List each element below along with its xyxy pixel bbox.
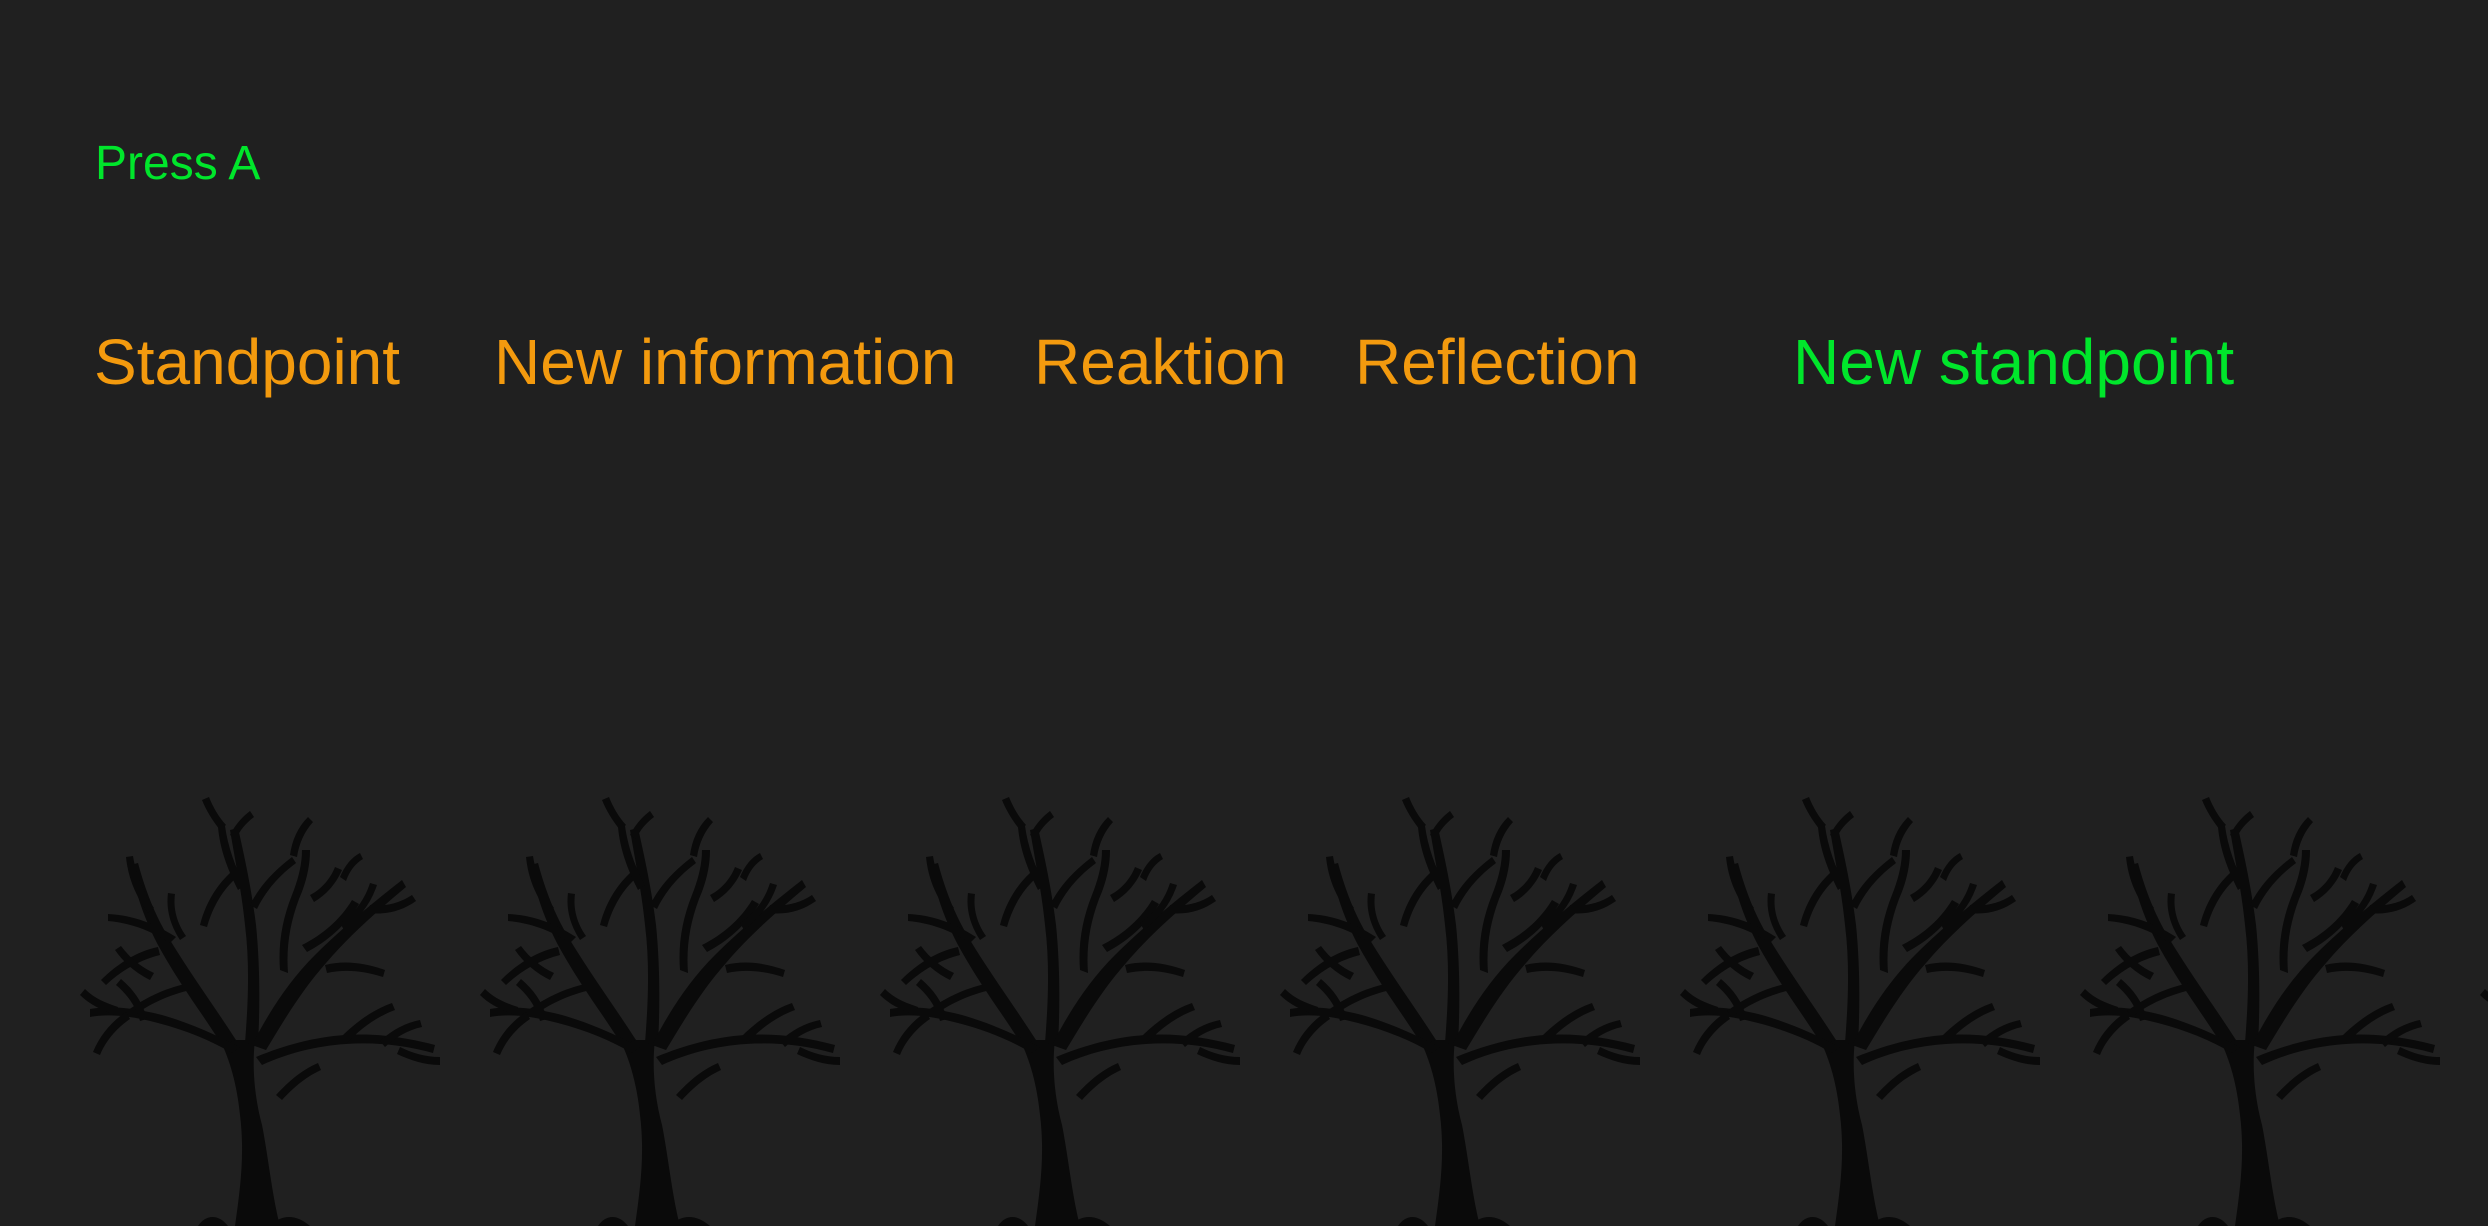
bare-tree-icon bbox=[2480, 797, 2488, 1226]
game-screen: Press A Standpoint New information Reakt… bbox=[0, 0, 2488, 1226]
bare-tree-icon bbox=[480, 797, 840, 1226]
step-new-standpoint: New standpoint bbox=[1793, 326, 2235, 398]
tree-silhouettes bbox=[80, 797, 2488, 1226]
step-reaktion: Reaktion bbox=[1034, 326, 1287, 398]
bare-tree-icon bbox=[80, 797, 440, 1226]
step-standpoint: Standpoint bbox=[94, 326, 401, 398]
bare-tree-icon bbox=[2080, 797, 2440, 1226]
bare-tree-icon bbox=[880, 797, 1240, 1226]
step-reflection: Reflection bbox=[1355, 326, 1640, 398]
press-a-prompt: Press A bbox=[95, 137, 261, 190]
tree-row bbox=[0, 795, 2488, 1226]
bare-tree-icon bbox=[1680, 797, 2040, 1226]
step-new-information: New information bbox=[494, 326, 957, 398]
bare-tree-icon bbox=[1280, 797, 1640, 1226]
